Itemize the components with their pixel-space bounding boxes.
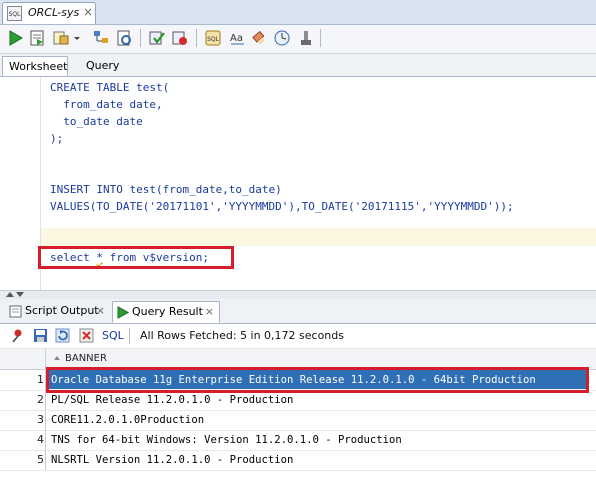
row-number: 2	[0, 390, 46, 410]
sql-editor[interactable]: CREATE TABLE test( from_date date, to_da…	[0, 77, 596, 290]
current-line-highlight	[41, 228, 596, 246]
code-line-3[interactable]: to_date date	[50, 113, 142, 130]
code-line-1[interactable]: CREATE TABLE test(	[50, 79, 169, 96]
pin-icon[interactable]	[10, 328, 25, 343]
highlight-box-query	[38, 246, 234, 269]
code-line-7[interactable]: INSERT INTO test(from_date,to_date)	[50, 181, 282, 198]
tab-query-result-label: Query Result	[132, 305, 203, 318]
table-row[interactable]: 2 PL/SQL Release 11.2.0.1.0 - Production	[0, 390, 596, 411]
banner-cell[interactable]: NLSRTL Version 11.2.0.1.0 - Production	[51, 450, 293, 470]
rollback-icon[interactable]	[171, 29, 189, 47]
row-number: 3	[0, 410, 46, 430]
clear-icon[interactable]	[251, 29, 269, 47]
column-header-label: BANNER	[65, 353, 107, 364]
svg-text:SQL: SQL	[207, 36, 220, 43]
svg-text:Aa: Aa	[230, 33, 243, 44]
worksheet-toolbar: SQL Aa	[0, 25, 596, 54]
banner-cell[interactable]: TNS for 64-bit Windows: Version 11.2.0.1…	[51, 430, 402, 450]
output-tab-strip: Script Output × Query Result ×	[0, 299, 596, 324]
close-script-output-icon[interactable]: ×	[96, 301, 105, 321]
row-number: 1	[0, 370, 46, 390]
close-tab-icon[interactable]: ×	[83, 5, 93, 19]
row-number: 4	[0, 430, 46, 450]
commit-icon[interactable]	[148, 29, 166, 47]
query-result-icon	[117, 306, 129, 319]
result-grid[interactable]: BANNER 1 Oracle Database 11g Enterprise …	[0, 349, 596, 478]
explain-plan-icon[interactable]	[92, 29, 110, 47]
result-toolbar: SQL All Rows Fetched: 5 in 0,172 seconds	[0, 324, 596, 349]
dropdown-arrow-icon[interactable]	[68, 29, 86, 47]
sql-link[interactable]: SQL	[102, 329, 124, 342]
script-output-icon	[9, 305, 22, 318]
document-tab-bar: SQL ORCL-sys ×	[0, 0, 596, 25]
run-script-icon[interactable]	[28, 29, 46, 47]
highlight-box-result	[46, 367, 589, 393]
doc-tab-title: ORCL-sys	[28, 6, 80, 19]
unshared-sql-icon[interactable]: SQL	[204, 29, 222, 47]
row-number-header	[0, 349, 46, 369]
column-header-banner[interactable]: BANNER	[48, 349, 107, 369]
collapse-up-icon[interactable]	[6, 292, 14, 297]
tools-icon[interactable]	[297, 29, 315, 47]
sql-worksheet-icon: SQL	[7, 6, 22, 21]
sql-tuning-icon[interactable]	[115, 29, 133, 47]
banner-cell[interactable]: PL/SQL Release 11.2.0.1.0 - Production	[51, 390, 293, 410]
history-icon[interactable]	[273, 29, 291, 47]
cancel-query-icon[interactable]	[79, 328, 94, 343]
fetch-status-text: All Rows Fetched: 5 in 0,172 seconds	[140, 329, 344, 342]
row-number: 5	[0, 450, 46, 470]
tab-query-result[interactable]: Query Result ×	[112, 301, 220, 323]
doc-tab-orcl-sys[interactable]: SQL ORCL-sys ×	[2, 2, 96, 24]
close-query-result-icon[interactable]: ×	[205, 302, 214, 322]
collapse-down-icon[interactable]	[16, 292, 24, 297]
worksheet-tab-strip: Worksheet Query Builder	[0, 54, 596, 92]
code-line-2[interactable]: from_date date,	[50, 96, 162, 113]
table-row[interactable]: 5 NLSRTL Version 11.2.0.1.0 - Production	[0, 450, 596, 471]
table-row[interactable]: 3 CORE11.2.0.1.0Production	[0, 410, 596, 431]
editor-gutter	[0, 77, 41, 290]
sort-indicator-icon	[54, 356, 60, 360]
tab-worksheet[interactable]: Worksheet	[2, 56, 68, 76]
format-icon[interactable]: Aa	[228, 29, 246, 47]
banner-cell[interactable]: CORE11.2.0.1.0Production	[51, 410, 204, 430]
tab-script-output-label: Script Output	[25, 304, 99, 317]
code-line-4[interactable]: );	[50, 130, 63, 147]
run-statement-icon[interactable]	[6, 29, 24, 47]
tab-query-builder[interactable]: Query Builder	[80, 56, 160, 92]
code-line-8[interactable]: VALUES(TO_DATE('20171101','YYYYMMDD'),TO…	[50, 198, 514, 215]
table-row[interactable]: 4 TNS for 64-bit Windows: Version 11.2.0…	[0, 430, 596, 451]
refresh-icon[interactable]	[55, 328, 70, 343]
tab-script-output[interactable]: Script Output ×	[6, 301, 110, 323]
save-results-icon[interactable]	[33, 328, 48, 343]
